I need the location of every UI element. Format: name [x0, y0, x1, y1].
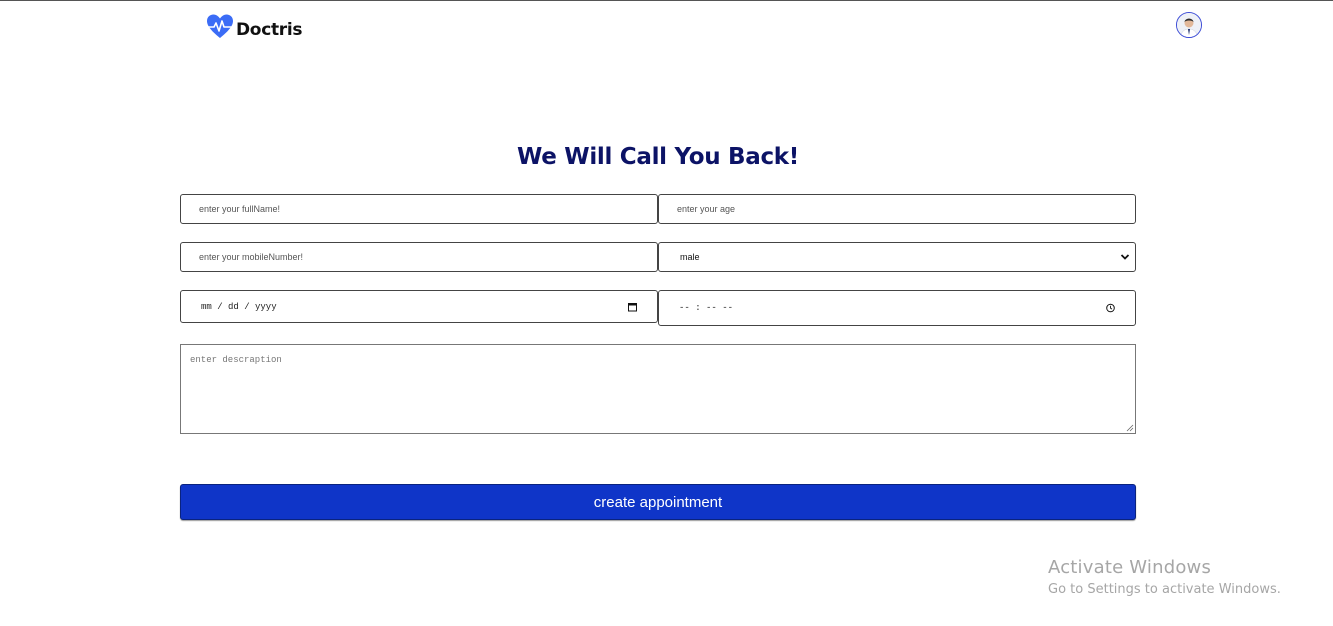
description-textarea[interactable]: enter descraption — [180, 344, 1136, 434]
mobile-placeholder: enter your mobileNumber! — [199, 252, 304, 262]
date-field[interactable]: mm / dd / yyyy — [180, 290, 658, 323]
user-avatar-icon — [1177, 13, 1201, 37]
fullname-placeholder: enter your fullName! — [199, 204, 281, 214]
watermark-subtitle: Go to Settings to activate Windows. — [1048, 582, 1281, 597]
user-avatar[interactable] — [1176, 12, 1202, 38]
date-placeholder: mm / dd / yyyy — [201, 301, 277, 312]
resize-grip-icon[interactable] — [1126, 424, 1134, 432]
calendar-icon[interactable] — [628, 302, 637, 311]
gender-selected-value: male — [680, 252, 700, 262]
time-placeholder: -- : -- -- — [679, 303, 734, 313]
time-field[interactable]: -- : -- -- — [658, 290, 1136, 326]
heart-pulse-icon — [206, 13, 234, 46]
brand-logo[interactable]: Doctris — [206, 13, 303, 46]
create-appointment-button[interactable]: create appointment — [180, 484, 1136, 520]
watermark-title: Activate Windows — [1048, 557, 1212, 578]
windows-activation-watermark: Activate Windows Go to Settings to activ… — [1048, 557, 1281, 597]
age-placeholder: enter your age — [677, 204, 736, 214]
mobile-field[interactable]: enter your mobileNumber! — [180, 242, 658, 272]
brand-name: Doctris — [236, 19, 303, 40]
page-title: We Will Call You Back! — [517, 144, 799, 170]
clock-icon[interactable] — [1106, 303, 1115, 313]
age-field[interactable]: enter your age — [658, 194, 1136, 224]
fullname-field[interactable]: enter your fullName! — [180, 194, 658, 224]
chevron-down-icon — [1120, 254, 1130, 260]
description-placeholder: enter descraption — [190, 355, 282, 365]
gender-select[interactable]: male — [658, 242, 1136, 272]
